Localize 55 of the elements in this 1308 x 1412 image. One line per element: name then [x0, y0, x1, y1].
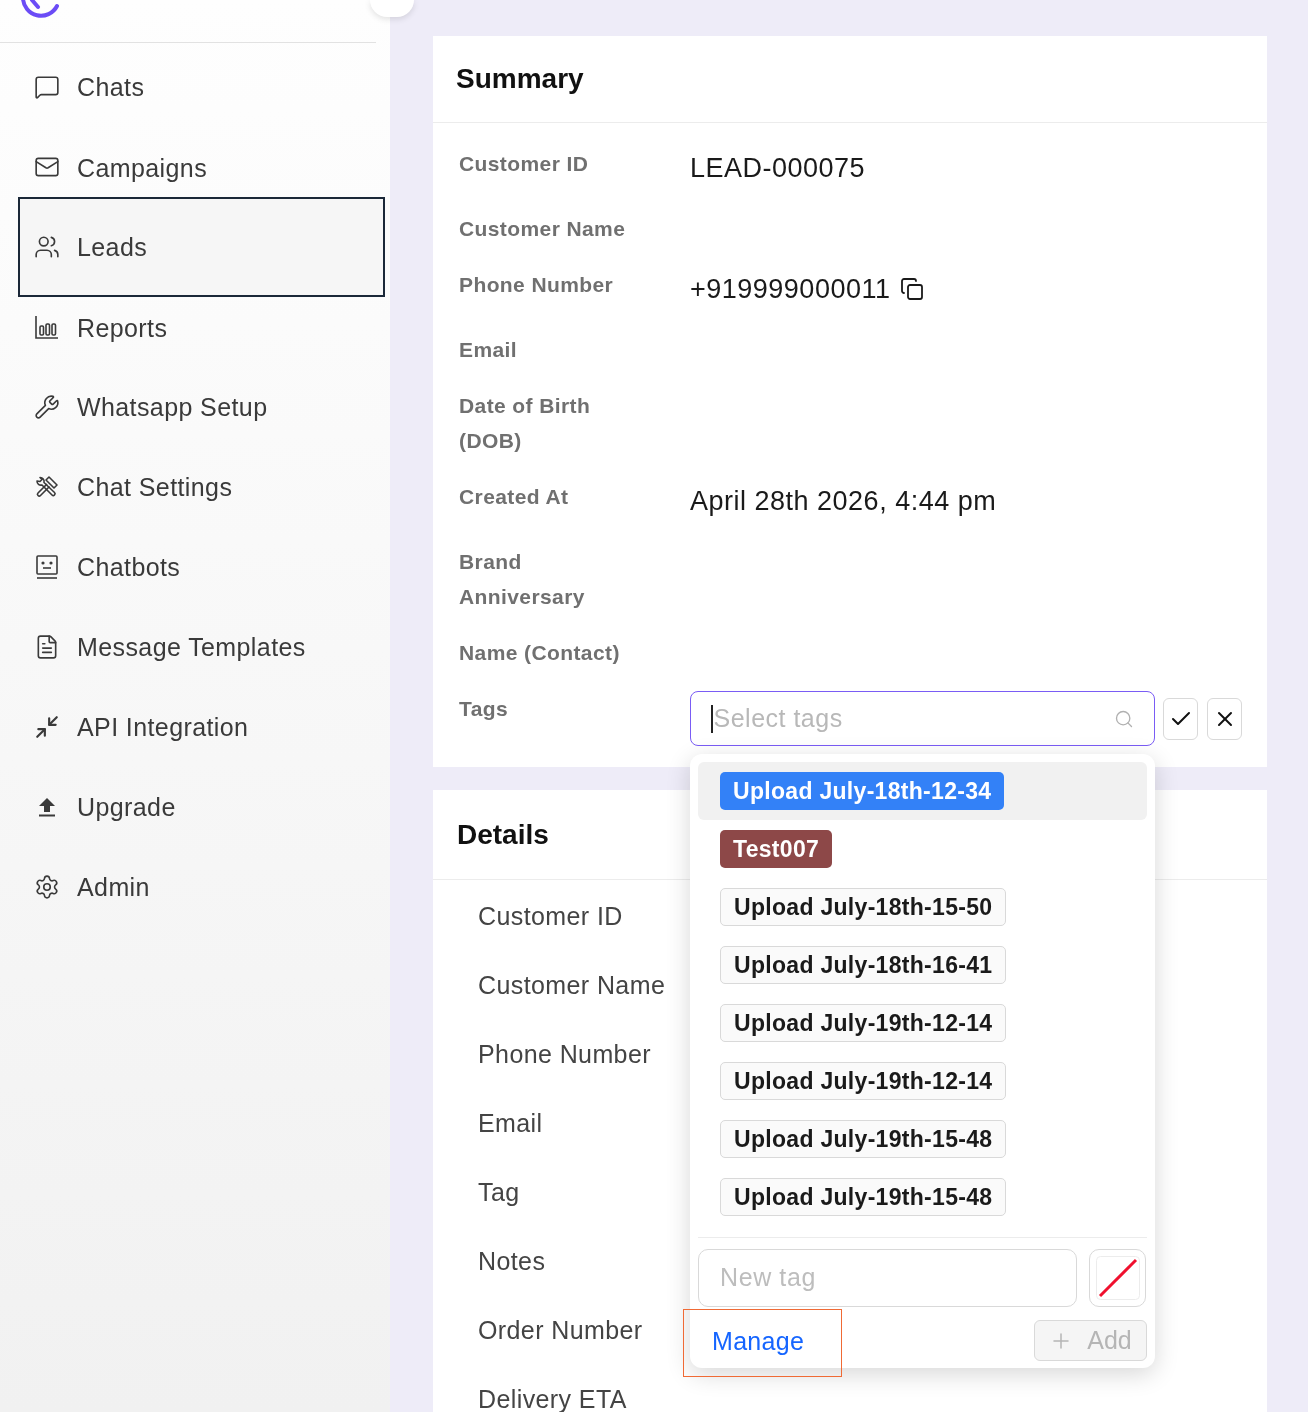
- field-value: April 28th 2026, 4:44 pm: [690, 485, 997, 518]
- detail-label: Order Number: [478, 1314, 643, 1346]
- color-picker-button[interactable]: [1089, 1249, 1146, 1307]
- bar-chart-icon: [34, 314, 60, 340]
- sidebar-item[interactable]: Chatbots: [18, 527, 385, 607]
- sidebar-item[interactable]: Reports: [18, 297, 385, 367]
- confirm-button[interactable]: [1163, 697, 1198, 740]
- sidebar-item[interactable]: Upgrade: [18, 767, 385, 847]
- sidebar-item[interactable]: Chat Settings: [18, 447, 385, 527]
- tag-chip[interactable]: Upload July-19th-12-14: [720, 1004, 1007, 1042]
- tag-chip[interactable]: Upload July-19th-15-48: [720, 1178, 1007, 1216]
- field-label: Brand Anniversary: [459, 549, 586, 610]
- field-label: Customer ID: [459, 151, 589, 177]
- detail-label: Customer Name: [478, 969, 666, 1001]
- sidebar-item[interactable]: Leads: [18, 197, 385, 297]
- tools-icon: [34, 474, 60, 500]
- sidebar-item[interactable]: Admin: [18, 847, 385, 927]
- sidebar-item[interactable]: Campaigns: [18, 127, 385, 197]
- tag-chip[interactable]: Test007: [720, 830, 833, 868]
- details-title: Details: [457, 817, 549, 852]
- detail-label: Email: [478, 1107, 543, 1139]
- chatbot-face-icon: [34, 554, 60, 580]
- field-value: LEAD-000075: [690, 152, 866, 185]
- no-color-swatch-icon: [1095, 1256, 1140, 1300]
- copy-icon[interactable]: [900, 276, 925, 302]
- field-label: Name (Contact): [459, 640, 620, 666]
- field-value: +919999000011: [690, 273, 891, 306]
- sidebar-item[interactable]: API Integration: [18, 687, 385, 767]
- detail-label: Phone Number: [478, 1038, 651, 1070]
- sidebar-item[interactable]: Message Templates: [18, 607, 385, 687]
- chat-icon: [34, 74, 60, 100]
- detail-label: Customer ID: [478, 900, 623, 932]
- field-label: Customer Name: [459, 216, 626, 242]
- field-label: Tags: [459, 696, 509, 722]
- field-label: Date of Birth (DOB): [459, 393, 592, 454]
- cancel-button[interactable]: [1207, 697, 1242, 740]
- tag-chip[interactable]: Upload July-19th-12-14: [720, 1062, 1007, 1100]
- tag-chip[interactable]: Upload July-18th-12-34: [720, 772, 1005, 810]
- wrench-icon: [34, 394, 60, 420]
- field-label: Phone Number: [459, 272, 614, 298]
- summary-title: Summary: [456, 62, 584, 96]
- search-icon: [1114, 708, 1134, 729]
- field-label: Created At: [459, 484, 569, 510]
- users-icon: [34, 234, 60, 260]
- manage-link[interactable]: Manage: [712, 1325, 805, 1356]
- field-label: Email: [459, 337, 518, 363]
- detail-label: Tag: [478, 1176, 520, 1208]
- sidebar-item[interactable]: Whatsapp Setup: [18, 367, 385, 447]
- settings-icon: [34, 874, 60, 900]
- tag-chip[interactable]: Upload July-18th-16-41: [720, 946, 1007, 984]
- sidebar-item[interactable]: Chats: [18, 47, 385, 127]
- tag-chip[interactable]: Upload July-18th-15-50: [720, 888, 1007, 926]
- tag-chip[interactable]: Upload July-19th-15-48: [720, 1120, 1007, 1158]
- detail-label: Notes: [478, 1245, 546, 1277]
- shrink-arrows-icon: [34, 714, 60, 740]
